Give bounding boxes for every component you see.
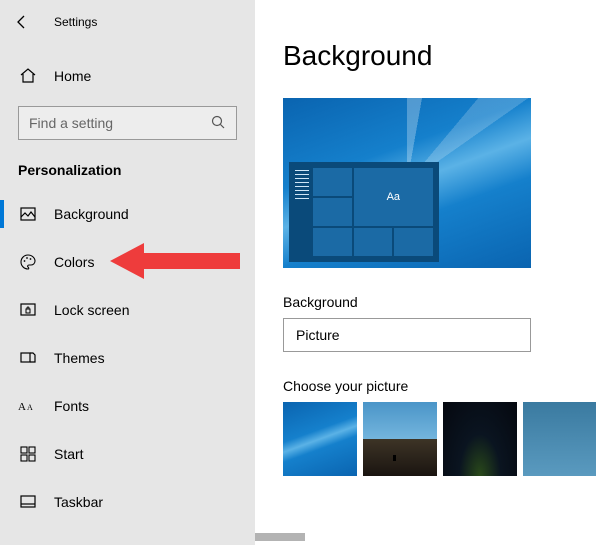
back-icon[interactable] bbox=[14, 14, 30, 30]
home-icon bbox=[18, 67, 38, 85]
scrollbar-horizontal[interactable] bbox=[255, 533, 305, 541]
picture-thumb[interactable] bbox=[443, 402, 517, 476]
dropdown-value: Picture bbox=[296, 327, 340, 343]
sidebar-item-background[interactable]: Background bbox=[0, 190, 255, 238]
sidebar-item-start[interactable]: Start bbox=[0, 430, 255, 478]
titlebar: Settings bbox=[0, 0, 255, 44]
sidebar-item-themes[interactable]: Themes bbox=[0, 334, 255, 382]
search-input[interactable] bbox=[18, 106, 237, 140]
home-label: Home bbox=[54, 68, 91, 84]
page-title: Background bbox=[283, 40, 596, 72]
section-heading: Personalization bbox=[0, 140, 255, 186]
choose-picture-label: Choose your picture bbox=[283, 378, 596, 394]
nav-label: Taskbar bbox=[54, 494, 103, 510]
nav-label: Colors bbox=[54, 254, 94, 270]
palette-icon bbox=[18, 253, 38, 271]
search-icon bbox=[210, 114, 226, 133]
settings-sidebar: Settings Home Personalization Background bbox=[0, 0, 255, 545]
nav-list: Background Colors Lock screen Themes AA … bbox=[0, 190, 255, 526]
themes-icon bbox=[18, 349, 38, 367]
nav-label: Start bbox=[54, 446, 84, 462]
fonts-icon: AA bbox=[18, 398, 38, 414]
sample-text-tile: Aa bbox=[354, 168, 433, 226]
picture-thumb[interactable] bbox=[523, 402, 596, 476]
picture-thumb[interactable] bbox=[283, 402, 357, 476]
picture-thumbnails bbox=[283, 402, 596, 476]
sidebar-item-taskbar[interactable]: Taskbar bbox=[0, 478, 255, 526]
main-content: Background Aa Background Picture Choose … bbox=[255, 0, 596, 545]
search-field[interactable] bbox=[29, 115, 210, 131]
start-menu-preview: Aa bbox=[289, 162, 439, 262]
nav-label: Background bbox=[54, 206, 129, 222]
background-dropdown[interactable]: Picture bbox=[283, 318, 531, 352]
background-dropdown-label: Background bbox=[283, 294, 596, 310]
taskbar-icon bbox=[18, 493, 38, 511]
svg-text:A: A bbox=[18, 401, 26, 413]
start-icon bbox=[18, 445, 38, 463]
sidebar-item-colors[interactable]: Colors bbox=[0, 238, 255, 286]
sidebar-item-fonts[interactable]: AA Fonts bbox=[0, 382, 255, 430]
desktop-preview: Aa bbox=[283, 98, 531, 268]
lock-screen-icon bbox=[18, 301, 38, 319]
svg-text:A: A bbox=[27, 403, 33, 412]
picture-icon bbox=[18, 205, 38, 223]
sidebar-item-lockscreen[interactable]: Lock screen bbox=[0, 286, 255, 334]
sidebar-item-home[interactable]: Home bbox=[0, 56, 255, 96]
nav-label: Fonts bbox=[54, 398, 89, 414]
window-title: Settings bbox=[54, 15, 97, 29]
nav-label: Lock screen bbox=[54, 302, 129, 318]
nav-label: Themes bbox=[54, 350, 105, 366]
picture-thumb[interactable] bbox=[363, 402, 437, 476]
